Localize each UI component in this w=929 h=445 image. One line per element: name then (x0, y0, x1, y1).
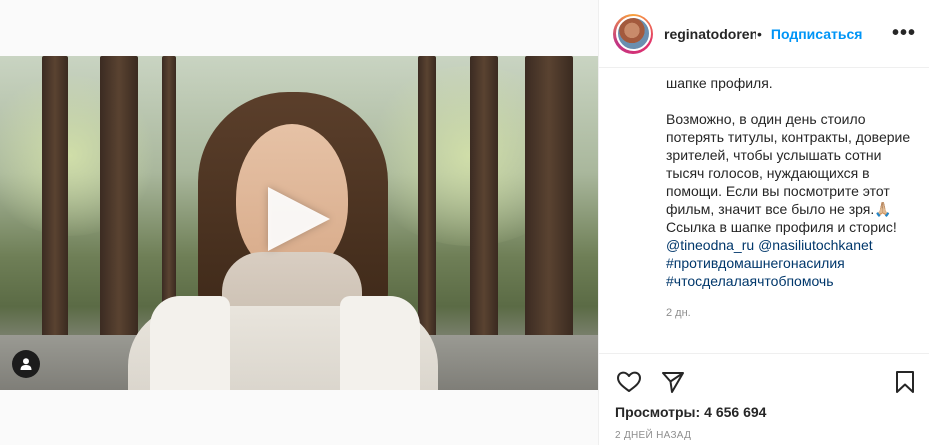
tree-trunk (525, 56, 573, 350)
caption-line: Возможно, в один день стоило (666, 111, 866, 127)
media-area (0, 0, 598, 445)
caption: шапке профиля. Возможно, в один день сто… (666, 68, 918, 353)
caption-line: помощи. Если вы посмотрите этот (666, 183, 890, 199)
hashtag-line: #чтосделалаячтобпомочь (666, 272, 918, 290)
post-date[interactable]: 2 ДНЕЙ НАЗАД (615, 430, 691, 441)
send-icon[interactable] (660, 369, 686, 395)
post-details-panel: reginatodorenko • Подписаться ••• шапке … (598, 0, 929, 445)
tree-trunk (42, 56, 68, 350)
caption-line: зрителей, чтобы услышать сотни (666, 147, 882, 163)
username-link[interactable]: reginatodorenko (664, 26, 756, 42)
avatar[interactable] (615, 16, 651, 51)
mention-link[interactable]: @tineodna_ru (666, 237, 754, 253)
tree-trunk (418, 56, 436, 350)
heart-icon[interactable] (616, 369, 642, 395)
caption-time[interactable]: 2 дн. (666, 304, 918, 322)
user-tag-icon-glyph (20, 358, 32, 370)
person-vest (340, 296, 420, 390)
action-bar: Просмотры: 4 656 694 2 ДНЕЙ НАЗАД (599, 353, 929, 445)
separator-dot: • (757, 25, 762, 42)
user-tag-icon[interactable] (12, 350, 40, 378)
caption-line: потерять титулы, контракты, доверие (666, 129, 911, 145)
views-count[interactable]: Просмотры: 4 656 694 (615, 404, 766, 420)
tree-trunk (470, 56, 498, 350)
follow-button[interactable]: Подписаться (771, 26, 863, 42)
hashtag-link[interactable]: #чтосделалаячтобпомочь (666, 273, 834, 289)
caption-line: шапке профиля. (666, 75, 773, 91)
views-number: 4 656 694 (704, 404, 767, 420)
caption-line: фильм, значит все было не зря.🙏🏼 (666, 201, 892, 217)
bookmark-icon[interactable] (892, 369, 918, 395)
play-icon[interactable] (268, 187, 330, 251)
tree-trunk (100, 56, 138, 350)
hashtag-line: #противдомашнегонасилия (666, 254, 918, 272)
post-header: reginatodorenko • Подписаться ••• (599, 0, 929, 68)
mentions-line: @tineodna_ru @nasiliutochkanet (666, 236, 918, 254)
hashtag-link[interactable]: #противдомашнегонасилия (666, 255, 845, 271)
more-horizontal-icon[interactable]: ••• (892, 23, 916, 43)
avatar-story-ring[interactable] (613, 13, 653, 54)
views-label: Просмотры: (615, 404, 701, 420)
person-vest (150, 296, 230, 390)
caption-line: тысяч голосов, нуждающихся в (666, 165, 870, 181)
caption-line: Ссылка в шапке профиля и сторис! (666, 219, 897, 235)
mention-link[interactable]: @nasiliutochkanet (758, 237, 873, 253)
